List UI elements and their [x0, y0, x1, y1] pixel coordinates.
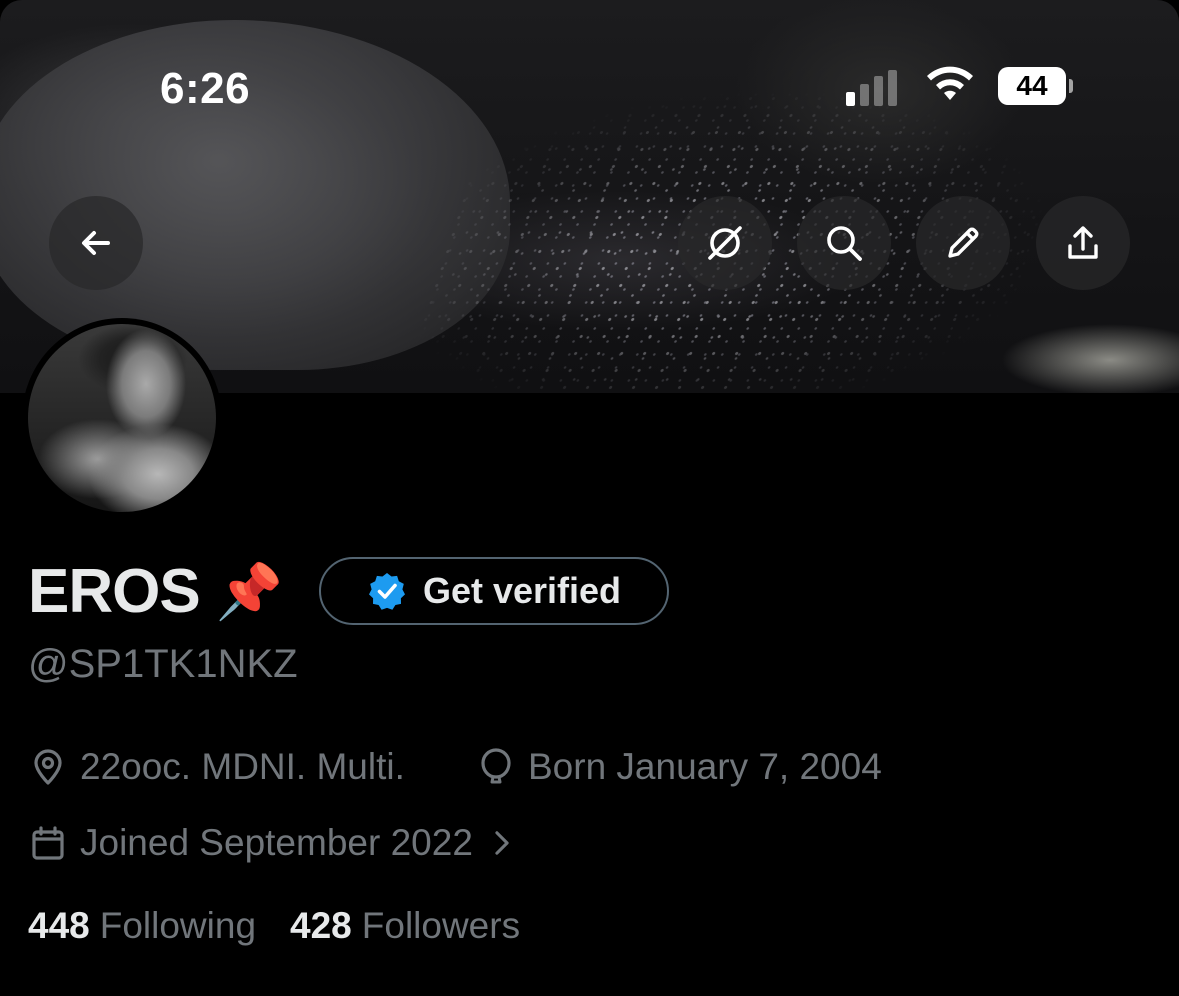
pencil-icon: [948, 227, 979, 258]
avatar-image: [28, 324, 216, 512]
pushpin-emoji: 📌: [215, 561, 283, 622]
followers-count: 428: [290, 905, 352, 946]
calendar-icon: [32, 826, 64, 860]
profile-birthday: Born January 7, 2004: [476, 746, 882, 788]
joined-text: Joined September 2022: [80, 822, 473, 863]
grok-button[interactable]: [678, 196, 772, 290]
balloon-icon: [481, 748, 511, 784]
location-pin-icon: [34, 749, 62, 785]
wifi-icon: [927, 66, 973, 100]
search-icon: [827, 226, 862, 261]
verified-badge-icon: [368, 573, 405, 610]
share-icon: [1068, 226, 1098, 259]
battery-level: 44: [1016, 70, 1048, 101]
search-button[interactable]: [797, 196, 891, 290]
get-verified-button[interactable]: Get verified: [319, 557, 669, 625]
battery-icon: 44: [998, 67, 1073, 105]
arrow-left-icon: [82, 231, 110, 255]
following-label: Following: [99, 905, 257, 946]
followers-label: Followers: [361, 905, 521, 946]
following-link[interactable]: 448 Following: [28, 905, 256, 947]
avatar[interactable]: [22, 318, 222, 518]
get-verified-label: Get verified: [422, 570, 622, 611]
cellular-signal-icon: [846, 70, 897, 106]
edit-profile-button[interactable]: [916, 196, 1010, 290]
location-text: 22ooc. MDNI. Multi.: [80, 746, 405, 787]
profile-handle: @SP1TK1NKZ: [28, 642, 298, 686]
profile-joined[interactable]: Joined September 2022: [28, 822, 519, 864]
birthday-text: Born January 7, 2004: [528, 746, 882, 787]
chevron-right-icon: [495, 831, 509, 855]
profile-name-row: EROS 📌: [28, 556, 283, 627]
back-button[interactable]: [49, 196, 143, 290]
status-time: 6:26: [160, 64, 251, 113]
display-name: EROS: [28, 557, 201, 626]
profile-stats: 448 Following 428 Followers: [28, 905, 520, 947]
profile-location: 22ooc. MDNI. Multi.: [28, 746, 405, 788]
share-button[interactable]: [1036, 196, 1130, 290]
following-count: 448: [28, 905, 90, 946]
followers-link[interactable]: 428 Followers: [290, 905, 520, 947]
slashed-circle-icon: [708, 226, 742, 260]
